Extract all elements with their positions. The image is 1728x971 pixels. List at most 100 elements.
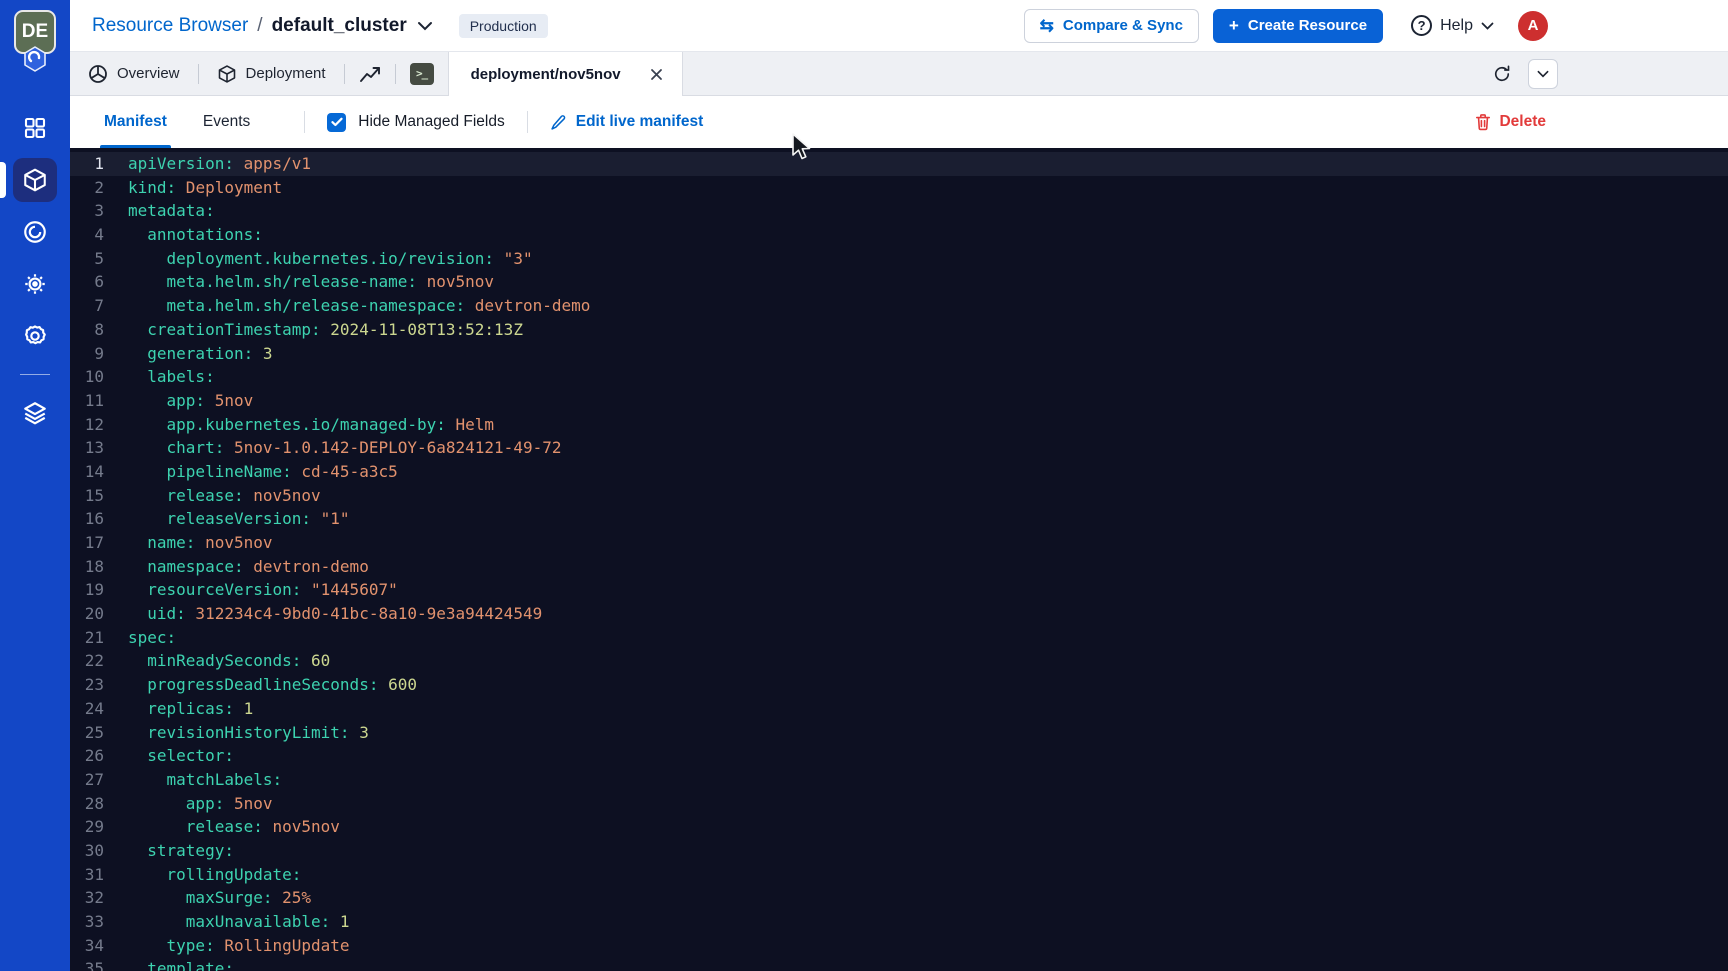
line-number: 5 bbox=[70, 247, 104, 271]
cluster-dropdown-button[interactable] bbox=[417, 21, 433, 31]
code-line[interactable]: 35 template: bbox=[70, 957, 1728, 971]
sidebar-item-stack-manager[interactable] bbox=[13, 391, 57, 435]
sidebar-item-settings[interactable] bbox=[13, 314, 57, 358]
manifest-code-editor[interactable]: 1apiVersion: apps/v12kind: Deployment3me… bbox=[70, 148, 1728, 971]
close-tab-button[interactable] bbox=[647, 65, 666, 84]
code-line[interactable]: 8 creationTimestamp: 2024-11-08T13:52:13… bbox=[70, 318, 1728, 342]
code-line[interactable]: 19 resourceVersion: "1445607" bbox=[70, 578, 1728, 602]
line-number: 20 bbox=[70, 602, 104, 626]
user-avatar[interactable]: A bbox=[1518, 11, 1548, 41]
code-text: chart: 5nov-1.0.142-DEPLOY-6a824121-49-7… bbox=[128, 436, 561, 460]
chevron-down-icon bbox=[1537, 70, 1549, 78]
sidebar-item-releases[interactable] bbox=[13, 210, 57, 254]
code-line[interactable]: 16 releaseVersion: "1" bbox=[70, 507, 1728, 531]
sidebar-item-apps[interactable] bbox=[13, 106, 57, 150]
code-line[interactable]: 12 app.kubernetes.io/managed-by: Helm bbox=[70, 413, 1728, 437]
hide-managed-fields-label: Hide Managed Fields bbox=[358, 113, 504, 131]
devtron-logo-icon bbox=[22, 46, 48, 72]
line-number: 10 bbox=[70, 365, 104, 389]
code-line[interactable]: 11 app: 5nov bbox=[70, 389, 1728, 413]
active-indicator bbox=[0, 162, 6, 198]
line-number: 24 bbox=[70, 697, 104, 721]
help-menu[interactable]: ? Help bbox=[1411, 15, 1494, 36]
tab-overview[interactable]: Overview bbox=[70, 52, 198, 95]
line-number: 26 bbox=[70, 744, 104, 768]
code-line[interactable]: 28 app: 5nov bbox=[70, 792, 1728, 816]
code-line[interactable]: 14 pipelineName: cd-45-a3c5 bbox=[70, 460, 1728, 484]
code-text: replicas: 1 bbox=[128, 697, 253, 721]
code-line[interactable]: 23 progressDeadlineSeconds: 600 bbox=[70, 673, 1728, 697]
code-text: metadata: bbox=[128, 199, 215, 223]
line-chart-icon bbox=[359, 64, 381, 84]
subtab-events[interactable]: Events bbox=[199, 96, 254, 148]
close-icon bbox=[650, 68, 663, 81]
line-number: 4 bbox=[70, 223, 104, 247]
app-window: DE bbox=[0, 0, 1728, 971]
code-line[interactable]: 24 replicas: 1 bbox=[70, 697, 1728, 721]
code-line[interactable]: 18 namespace: devtron-demo bbox=[70, 555, 1728, 579]
code-line[interactable]: 21 spec: bbox=[70, 626, 1728, 650]
refresh-button[interactable] bbox=[1492, 64, 1512, 84]
code-text: annotations: bbox=[128, 223, 263, 247]
code-line[interactable]: 3metadata: bbox=[70, 199, 1728, 223]
edit-live-manifest-button[interactable]: Edit live manifest bbox=[550, 113, 703, 131]
hide-managed-fields-toggle[interactable]: Hide Managed Fields bbox=[327, 113, 504, 132]
code-line[interactable]: 22 minReadySeconds: 60 bbox=[70, 649, 1728, 673]
checkbox-checked[interactable] bbox=[327, 113, 346, 132]
code-line[interactable]: 9 generation: 3 bbox=[70, 342, 1728, 366]
line-number: 27 bbox=[70, 768, 104, 792]
create-resource-button[interactable]: + Create Resource bbox=[1213, 9, 1383, 43]
code-text: selector: bbox=[128, 744, 234, 768]
tab-terminal[interactable]: >_ bbox=[396, 52, 448, 95]
code-line[interactable]: 2kind: Deployment bbox=[70, 176, 1728, 200]
code-line[interactable]: 5 deployment.kubernetes.io/revision: "3" bbox=[70, 247, 1728, 271]
code-line[interactable]: 26 selector: bbox=[70, 744, 1728, 768]
code-text: spec: bbox=[128, 626, 176, 650]
code-line[interactable]: 6 meta.helm.sh/release-name: nov5nov bbox=[70, 270, 1728, 294]
code-text: matchLabels: bbox=[128, 768, 282, 792]
line-number: 21 bbox=[70, 626, 104, 650]
code-line[interactable]: 7 meta.helm.sh/release-namespace: devtro… bbox=[70, 294, 1728, 318]
code-line[interactable]: 33 maxUnavailable: 1 bbox=[70, 910, 1728, 934]
breadcrumb-resource-browser[interactable]: Resource Browser bbox=[92, 15, 248, 37]
code-line[interactable]: 1apiVersion: apps/v1 bbox=[70, 152, 1728, 176]
code-line[interactable]: 32 maxSurge: 25% bbox=[70, 886, 1728, 910]
tab-deployment[interactable]: Deployment bbox=[199, 52, 344, 95]
tab-deployment-nov5nov[interactable]: deployment/nov5nov bbox=[448, 52, 683, 96]
sidebar-item-resource-browser[interactable] bbox=[13, 158, 57, 202]
code-line[interactable]: 13 chart: 5nov-1.0.142-DEPLOY-6a824121-4… bbox=[70, 436, 1728, 460]
line-number: 15 bbox=[70, 484, 104, 508]
delete-button[interactable]: Delete bbox=[1475, 113, 1546, 131]
code-line[interactable]: 17 name: nov5nov bbox=[70, 531, 1728, 555]
code-text: maxSurge: 25% bbox=[128, 886, 311, 910]
line-number: 12 bbox=[70, 413, 104, 437]
tab-monitoring-chart[interactable] bbox=[345, 52, 395, 95]
code-text: template: bbox=[128, 957, 234, 971]
code-line[interactable]: 27 matchLabels: bbox=[70, 768, 1728, 792]
edit-live-manifest-label: Edit live manifest bbox=[576, 113, 703, 131]
line-number: 17 bbox=[70, 531, 104, 555]
code-line[interactable]: 31 rollingUpdate: bbox=[70, 863, 1728, 887]
refresh-icon bbox=[1492, 64, 1512, 84]
brand-logo[interactable]: DE bbox=[14, 10, 56, 72]
code-line[interactable]: 25 revisionHistoryLimit: 3 bbox=[70, 721, 1728, 745]
code-line[interactable]: 20 uid: 312234c4-9bd0-41bc-8a10-9e3a9442… bbox=[70, 602, 1728, 626]
code-line[interactable]: 4 annotations: bbox=[70, 223, 1728, 247]
subtab-events-label: Events bbox=[203, 113, 250, 131]
code-line[interactable]: 15 release: nov5nov bbox=[70, 484, 1728, 508]
delete-label: Delete bbox=[1499, 113, 1546, 131]
code-line[interactable]: 10 labels: bbox=[70, 365, 1728, 389]
line-number: 14 bbox=[70, 460, 104, 484]
header-actions: ⇆ Compare & Sync + Create Resource ? Hel… bbox=[1024, 9, 1548, 43]
code-text: name: nov5nov bbox=[128, 531, 273, 555]
code-line[interactable]: 29 release: nov5nov bbox=[70, 815, 1728, 839]
subtab-manifest[interactable]: Manifest bbox=[100, 96, 171, 148]
code-line[interactable]: 34 type: RollingUpdate bbox=[70, 934, 1728, 958]
sidebar-item-jobs[interactable] bbox=[13, 262, 57, 306]
code-text: uid: 312234c4-9bd0-41bc-8a10-9e3a9442454… bbox=[128, 602, 542, 626]
line-number: 18 bbox=[70, 555, 104, 579]
code-line[interactable]: 30 strategy: bbox=[70, 839, 1728, 863]
tab-list-dropdown-button[interactable] bbox=[1528, 59, 1558, 89]
active-subtab-underline bbox=[100, 145, 171, 148]
compare-sync-button[interactable]: ⇆ Compare & Sync bbox=[1024, 9, 1199, 43]
